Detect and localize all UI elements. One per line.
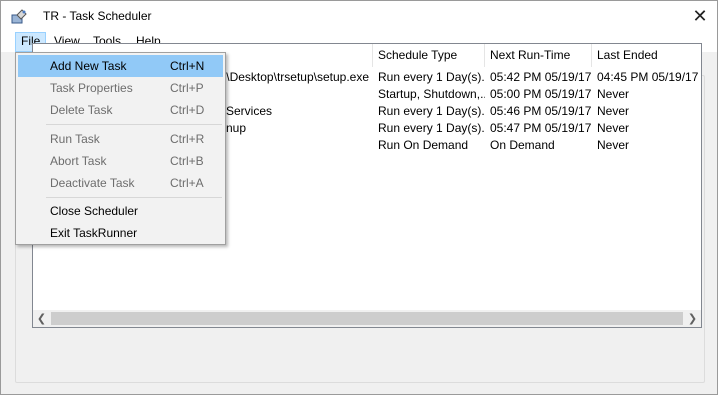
menu-item-shortcut: Ctrl+A xyxy=(170,176,204,190)
menu-item-add-new-task[interactable]: Add New Task Ctrl+N xyxy=(18,55,223,77)
menu-item-label: Close Scheduler xyxy=(50,204,139,218)
menu-item-shortcut: Ctrl+R xyxy=(170,132,205,146)
last-ended-cell: Never xyxy=(597,87,630,101)
menu-item-label: Add New Task xyxy=(50,59,127,73)
close-button[interactable]: ✕ xyxy=(683,1,717,32)
column-header-last-ended-label: Last Ended xyxy=(597,48,658,62)
window-title: TR - Task Scheduler xyxy=(43,9,152,23)
menu-item-abort-task[interactable]: Abort Task Ctrl+B xyxy=(18,150,223,172)
menu-item-label: Delete Task xyxy=(50,103,113,117)
last-ended-cell: Never xyxy=(597,121,630,135)
menu-item-shortcut: Ctrl+B xyxy=(170,154,204,168)
scroll-left-icon[interactable]: ❮ xyxy=(33,310,50,327)
column-header-schedule-type-label: Schedule Type xyxy=(378,48,458,62)
next-run-time-cell: On Demand xyxy=(490,138,555,152)
column-header-next-run-time-label: Next Run-Time xyxy=(490,48,571,62)
scroll-thumb[interactable] xyxy=(51,312,683,325)
column-header-schedule-type[interactable]: Schedule Type xyxy=(373,44,485,67)
column-header-last-ended[interactable]: Last Ended xyxy=(592,44,701,67)
menu-item-label: Task Properties xyxy=(50,81,133,95)
column-header-next-run-time[interactable]: Next Run-Time xyxy=(485,44,592,67)
task-path-cell: nup xyxy=(226,121,247,135)
menu-item-shortcut: Ctrl+D xyxy=(170,103,205,117)
app-icon xyxy=(11,9,27,24)
last-ended-cell: 04:45 PM 05/19/17 xyxy=(597,70,699,84)
menu-item-label: Run Task xyxy=(50,132,100,146)
next-run-time-cell: 05:46 PM 05/19/17 xyxy=(490,104,592,118)
menu-item-run-task[interactable]: Run Task Ctrl+R xyxy=(18,128,223,150)
menu-item-label: Exit TaskRunner xyxy=(50,226,138,240)
schedule-type-cell: Run every 1 Day(s). xyxy=(378,70,485,84)
title-bar: TR - Task Scheduler ✕ xyxy=(1,1,717,32)
schedule-type-cell: Startup, Shutdown,... xyxy=(378,87,485,101)
menu-item-shortcut: Ctrl+P xyxy=(170,81,204,95)
next-run-time-cell: 05:47 PM 05/19/17 xyxy=(490,121,592,135)
schedule-type-cell: Run On Demand xyxy=(378,138,469,152)
next-run-time-cell: 05:00 PM 05/19/17 xyxy=(490,87,592,101)
horizontal-scrollbar[interactable]: ❮ ❯ xyxy=(33,310,701,327)
menu-item-close-scheduler[interactable]: Close Scheduler xyxy=(18,200,223,222)
next-run-time-cell: 05:42 PM 05/19/17 xyxy=(490,70,592,84)
menu-item-task-properties[interactable]: Task Properties Ctrl+P xyxy=(18,77,223,99)
last-ended-cell: Never xyxy=(597,104,630,118)
menu-item-label: Deactivate Task xyxy=(50,176,135,190)
app-window: TR - Task Scheduler ✕ File View Tools He… xyxy=(0,0,718,395)
menu-item-deactivate-task[interactable]: Deactivate Task Ctrl+A xyxy=(18,172,223,194)
file-menu-dropdown: Add New Task Ctrl+N Task Properties Ctrl… xyxy=(15,52,226,245)
menu-item-label: Abort Task xyxy=(50,154,107,168)
schedule-type-cell: Run every 1 Day(s). xyxy=(378,121,485,135)
close-icon: ✕ xyxy=(692,6,708,26)
menu-item-delete-task[interactable]: Delete Task Ctrl+D xyxy=(18,99,223,121)
menu-separator xyxy=(46,124,222,125)
menu-item-shortcut: Ctrl+N xyxy=(170,59,205,73)
menu-item-exit-taskrunner[interactable]: Exit TaskRunner xyxy=(18,222,223,244)
schedule-type-cell: Run every 1 Day(s). xyxy=(378,104,485,118)
task-path-cell: Services xyxy=(226,104,273,118)
scroll-right-icon[interactable]: ❯ xyxy=(684,310,701,327)
last-ended-cell: Never xyxy=(597,138,630,152)
menu-separator xyxy=(46,197,222,198)
